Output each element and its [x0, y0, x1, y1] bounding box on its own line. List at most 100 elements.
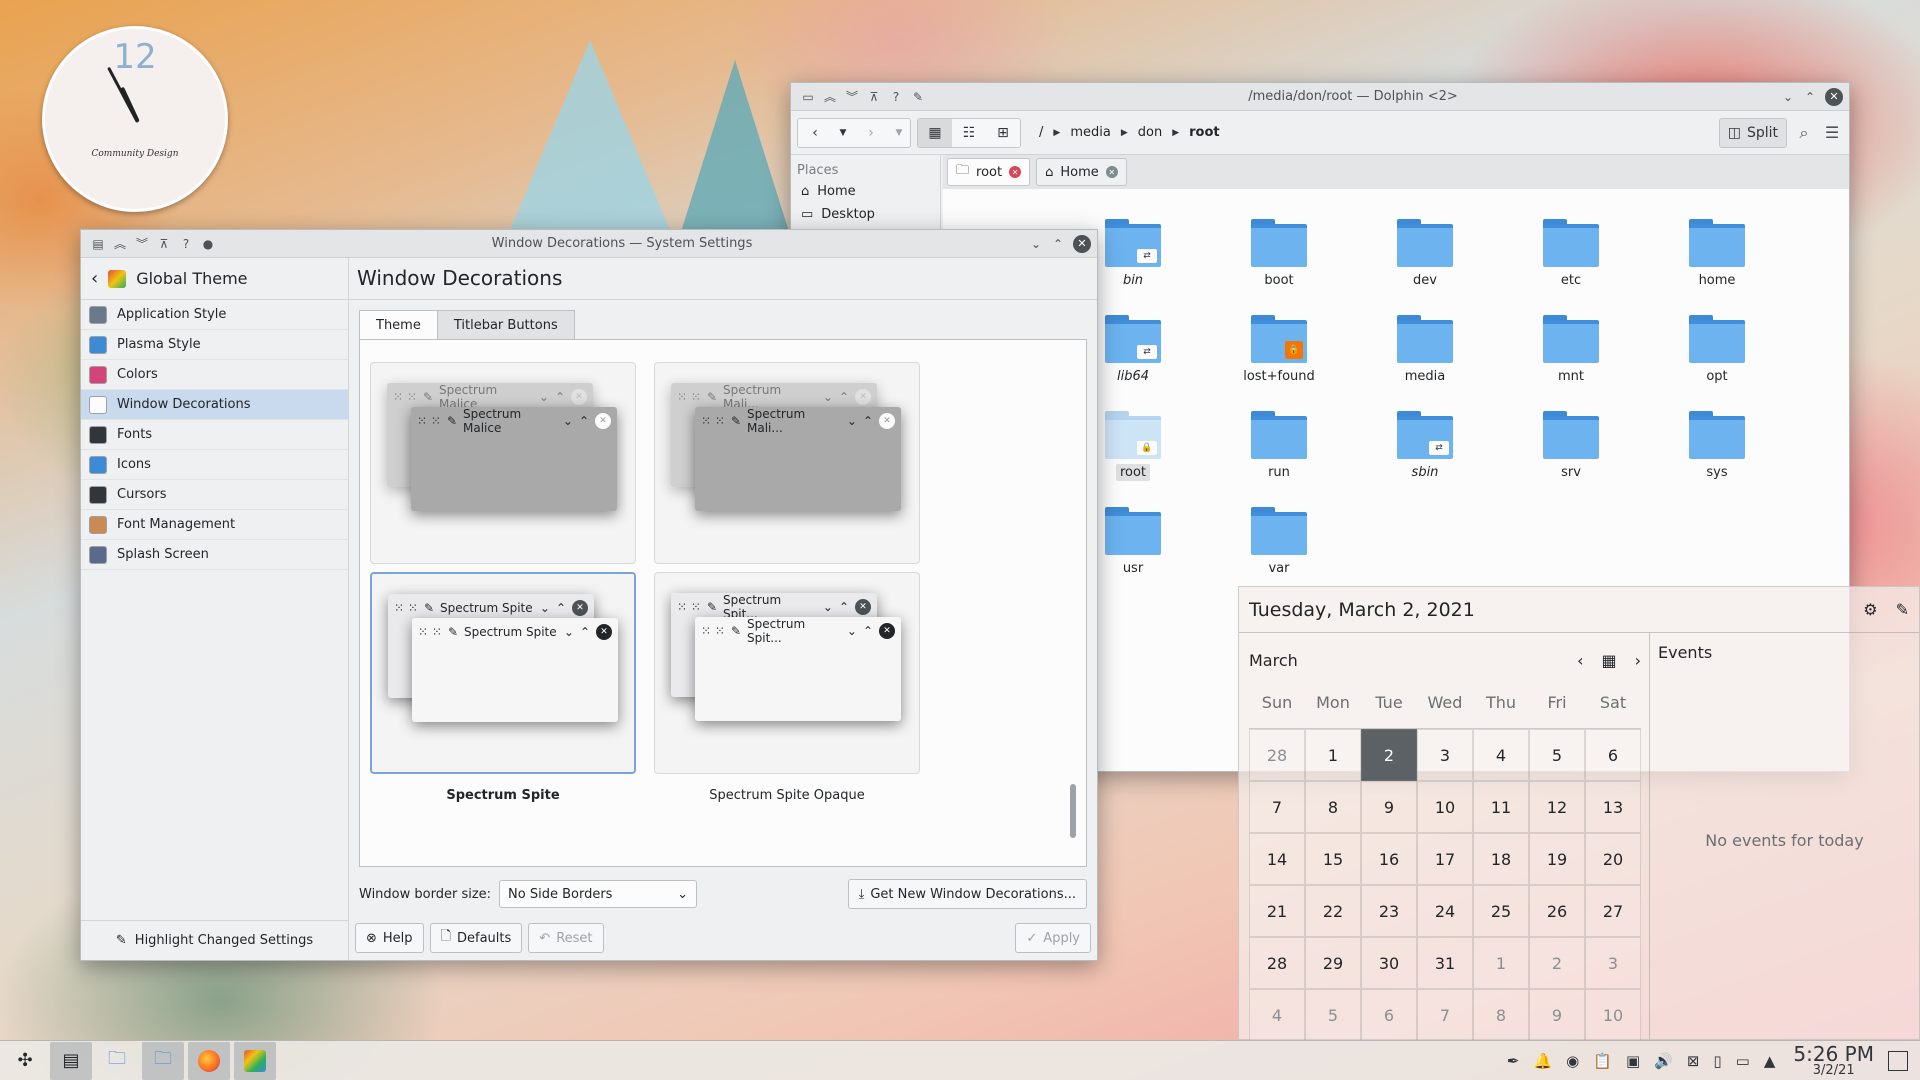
reset-button[interactable]: ↶ Reset [528, 923, 604, 953]
calendar-day[interactable]: 12 [1529, 781, 1585, 833]
sidebar-item-colors[interactable]: Colors [81, 360, 348, 390]
calendar-day[interactable]: 10 [1417, 781, 1473, 833]
folder-item[interactable]: run [1224, 411, 1334, 480]
clipboard-icon[interactable]: 📋 [1593, 1052, 1612, 1070]
keep-below-icon[interactable]: ︾ [841, 86, 863, 108]
calendar-day[interactable]: 22 [1305, 885, 1361, 937]
calendar-day[interactable]: 7 [1417, 989, 1473, 1041]
keep-below-icon[interactable]: ︾ [131, 233, 153, 255]
calendar-day[interactable]: 4 [1249, 989, 1305, 1041]
forward-history-dropdown[interactable]: ▼ [888, 118, 910, 147]
keep-above-icon[interactable]: ︽ [819, 86, 841, 108]
folder-item[interactable]: opt [1662, 315, 1772, 384]
folder-item[interactable]: dev [1370, 219, 1480, 288]
details-view-button[interactable]: ⊞ [986, 118, 1020, 147]
volume-icon[interactable]: 🔊 [1654, 1052, 1673, 1070]
border-size-select[interactable]: No Side Borders ⌄ [499, 880, 698, 908]
shade-icon[interactable]: ⊼ [863, 86, 885, 108]
help-icon[interactable]: ? [885, 86, 907, 108]
tab-home[interactable]: ⌂ Home ✕ [1036, 158, 1127, 186]
back-arrow-icon[interactable]: ‹ [91, 268, 98, 289]
get-new-decorations-button[interactable]: ⤓ Get New Window Decorations... [847, 879, 1087, 909]
decoration-option[interactable]: ⁙ ⁙ ✎ Spectrum Mali... ⌄ ⌃ ✕ ⁙ ⁙ ✎ Spectrum Mali… [654, 362, 920, 593]
next-month-icon[interactable]: › [1635, 651, 1641, 670]
calendar-day[interactable]: 5 [1529, 729, 1585, 781]
sidebar-item-splash-screen[interactable]: Splash Screen [81, 540, 348, 570]
digital-clock[interactable]: 5:26 PM 3/2/21 [1793, 1044, 1874, 1077]
calendar-day[interactable]: 8 [1473, 989, 1529, 1041]
calendar-day[interactable]: 1 [1305, 729, 1361, 781]
calendar-day[interactable]: 10 [1585, 989, 1641, 1041]
sidebar-item-fonts[interactable]: Fonts [81, 420, 348, 450]
firefox-icon[interactable] [188, 1041, 230, 1080]
apply-button[interactable]: ✓ Apply [1015, 923, 1091, 953]
scrollbar[interactable] [1070, 348, 1076, 858]
maximize-icon[interactable]: ⌃ [1799, 86, 1821, 108]
folder-item[interactable]: sys [1662, 411, 1772, 480]
search-icon[interactable]: ⌕ [1793, 122, 1815, 144]
calendar-day[interactable]: 7 [1249, 781, 1305, 833]
settings-titlebar[interactable]: ▤ ︽ ︾ ⊼ ? ● Window Decorations — System … [81, 230, 1097, 258]
sidebar-item-icons[interactable]: Icons [81, 450, 348, 480]
plasma-vault-icon[interactable]: ✒ [1507, 1052, 1520, 1070]
decoration-option[interactable]: ⁙ ⁙ ✎ Spectrum Spit... ⌄ ⌃ ✕ ⁙ ⁙ ✎ Spectrum Spit… [654, 572, 920, 803]
forward-button[interactable]: › [854, 118, 888, 147]
system-settings-icon[interactable]: ▤ [50, 1041, 92, 1080]
folder-item[interactable]: var [1224, 507, 1334, 576]
help-button[interactable]: ⊗ Help [355, 923, 424, 953]
dolphin-app-icon[interactable]: ▭ [797, 86, 819, 108]
calendar-day[interactable]: 25 [1473, 885, 1529, 937]
display-icon[interactable]: ▭ [1736, 1052, 1750, 1070]
notifications-icon[interactable]: 🔔 [1533, 1052, 1552, 1070]
calendar-day[interactable]: 28 [1249, 937, 1305, 989]
close-tab-icon[interactable]: ✕ [1009, 166, 1022, 178]
on-all-desktops-icon[interactable]: ● [197, 233, 219, 255]
shade-icon[interactable]: ⊼ [153, 233, 175, 255]
configure-icon[interactable]: ⚙ [1863, 600, 1877, 619]
places-item-desktop[interactable]: ▭ Desktop [791, 203, 940, 226]
folder-item[interactable]: ⇄ sbin [1370, 411, 1480, 480]
calendar-day[interactable]: 11 [1473, 781, 1529, 833]
split-button[interactable]: ◫ Split [1718, 117, 1787, 148]
compact-view-button[interactable]: ☷ [952, 118, 986, 147]
pin-icon[interactable]: ✎ [1896, 600, 1909, 619]
back-button[interactable]: ‹ [798, 118, 832, 147]
file-manager-icon[interactable]: 🗀 [96, 1042, 138, 1080]
folder-item[interactable]: etc [1516, 219, 1626, 288]
highlight-changed-settings-button[interactable]: ✎ Highlight Changed Settings [81, 920, 348, 960]
folder-item[interactable]: mnt [1516, 315, 1626, 384]
breadcrumb-item[interactable]: don [1138, 125, 1162, 140]
calendar-day[interactable]: 13 [1585, 781, 1641, 833]
calendar-day[interactable]: 14 [1249, 833, 1305, 885]
defaults-button[interactable]: 🗋 Defaults [429, 923, 523, 953]
calendar-day-today[interactable]: 2 [1361, 729, 1417, 781]
calendar-day[interactable]: 30 [1361, 937, 1417, 989]
tab-theme[interactable]: Theme [359, 310, 438, 340]
analog-clock-widget[interactable]: 12 Community Design [42, 26, 228, 212]
network-icon[interactable]: ⊠ [1687, 1052, 1700, 1070]
kdeconnect-icon[interactable]: ◉ [1566, 1052, 1579, 1070]
sidebar-item-application-style[interactable]: Application Style [81, 300, 348, 330]
calendar-day[interactable]: 1 [1473, 937, 1529, 989]
sidebar-item-plasma-style[interactable]: Plasma Style [81, 330, 348, 360]
calendar-day[interactable]: 8 [1305, 781, 1361, 833]
breadcrumb-root[interactable]: / [1039, 125, 1043, 140]
tab-root[interactable]: 🗀 root ✕ [947, 158, 1031, 186]
previous-month-icon[interactable]: ‹ [1577, 651, 1583, 670]
breadcrumb-current[interactable]: root [1189, 125, 1220, 140]
settings-app-icon[interactable]: ▤ [87, 233, 109, 255]
calendar-day[interactable]: 31 [1417, 937, 1473, 989]
dolphin-titlebar[interactable]: ▭ ︽ ︾ ⊼ ? ✎ /media/don/root — Dolphin <2… [791, 83, 1849, 111]
folder-item[interactable]: srv [1516, 411, 1626, 480]
close-icon[interactable]: ✕ [1073, 234, 1091, 253]
calendar-day[interactable]: 24 [1417, 885, 1473, 937]
calendar-day[interactable]: 23 [1361, 885, 1417, 937]
calendar-day[interactable]: 17 [1417, 833, 1473, 885]
calendar-day[interactable]: 29 [1305, 937, 1361, 989]
maximize-icon[interactable]: ⌃ [1047, 233, 1069, 255]
sidebar-item-window-decorations[interactable]: Window Decorations [81, 390, 348, 420]
calendar-day[interactable]: 2 [1529, 937, 1585, 989]
calendar-day[interactable]: 28 [1249, 729, 1305, 781]
keep-above-icon[interactable]: ︽ [109, 233, 131, 255]
scrollbar-thumb[interactable] [1070, 784, 1076, 838]
